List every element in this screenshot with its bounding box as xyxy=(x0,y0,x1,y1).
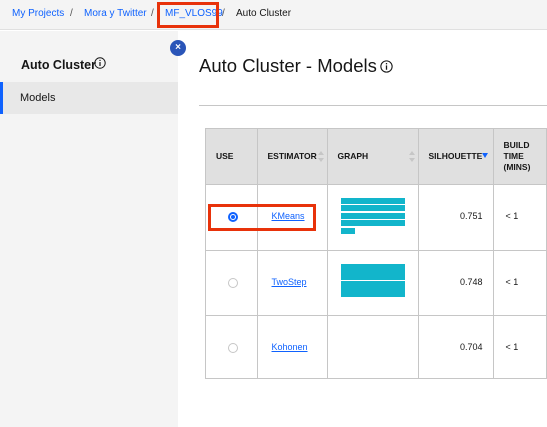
graph-bar xyxy=(340,212,405,219)
column-header-estimator[interactable]: ESTIMATOR xyxy=(257,129,328,184)
column-header-build-time[interactable]: BUILD TIME (MINS) xyxy=(493,129,546,184)
silhouette-cell: 0.748 xyxy=(418,249,494,315)
breadcrumb: My Projects / Mora y Twitter / MF_VLOS99… xyxy=(0,0,547,30)
column-header-silhouette[interactable]: SILHOUETTE xyxy=(418,129,494,184)
breadcrumb-auto-cluster: Auto Cluster xyxy=(236,8,292,19)
sidebar: Auto Cluster Models xyxy=(0,31,178,427)
silhouette-cell: 0.704 xyxy=(418,314,494,378)
table-header-row: USE ESTIMATOR GRAPH SILHOUETTE BUILD TIM… xyxy=(206,129,546,184)
sidebar-item-models[interactable]: Models xyxy=(0,82,178,114)
build-time-cell: < 1 xyxy=(493,314,546,378)
breadcrumb-separator: / xyxy=(151,8,154,19)
estimator-cell: Kohonen xyxy=(257,314,328,378)
graph-bar xyxy=(340,220,405,226)
info-icon[interactable] xyxy=(380,60,393,73)
radio-button[interactable] xyxy=(228,342,238,353)
graph-bar xyxy=(340,281,405,297)
breadcrumb-separator: / xyxy=(222,8,225,19)
graph-bars xyxy=(340,197,407,236)
sort-icon[interactable] xyxy=(317,151,324,162)
sidebar-header: Auto Cluster xyxy=(0,31,178,81)
silhouette-cell: 0.751 xyxy=(418,183,494,250)
graph-bars xyxy=(340,263,407,299)
page-title: Auto Cluster - Models xyxy=(199,55,377,76)
breadcrumb-separator: / xyxy=(70,8,73,19)
estimator-link[interactable]: Kohonen xyxy=(272,342,308,352)
graph-cell xyxy=(327,314,419,378)
graph-bar xyxy=(340,227,355,234)
close-icon[interactable]: × xyxy=(170,40,186,56)
use-cell xyxy=(206,314,258,378)
estimator-link[interactable]: TwoStep xyxy=(272,277,307,287)
radio-button[interactable] xyxy=(228,277,238,288)
use-cell xyxy=(206,249,258,315)
table-row[interactable]: TwoStep 0.748 < 1 xyxy=(206,249,546,315)
table-row[interactable]: Kohonen 0.704 < 1 xyxy=(206,314,546,378)
sidebar-title: Auto Cluster xyxy=(21,58,96,72)
highlight-box-selected-model xyxy=(208,204,316,231)
info-icon[interactable] xyxy=(94,57,106,69)
graph-cell xyxy=(327,249,419,315)
sort-icon[interactable] xyxy=(408,151,415,162)
graph-bar xyxy=(340,263,405,280)
sort-descending-icon[interactable] xyxy=(481,153,488,158)
estimator-cell: TwoStep xyxy=(257,249,328,315)
divider xyxy=(199,105,547,106)
selected-indicator xyxy=(0,82,3,114)
graph-bar xyxy=(340,197,405,204)
build-time-cell: < 1 xyxy=(493,249,546,315)
breadcrumb-my-projects[interactable]: My Projects xyxy=(12,8,64,19)
column-header-use: USE xyxy=(206,129,258,184)
build-time-cell: < 1 xyxy=(493,183,546,250)
breadcrumb-mora-y-twitter[interactable]: Mora y Twitter xyxy=(84,8,147,19)
models-table: USE ESTIMATOR GRAPH SILHOUETTE BUILD TIM… xyxy=(205,128,547,379)
sidebar-item-label: Models xyxy=(20,92,56,104)
column-header-graph[interactable]: GRAPH xyxy=(327,129,419,184)
graph-cell xyxy=(327,183,419,250)
highlight-box-breadcrumb xyxy=(157,2,219,28)
graph-bar xyxy=(340,205,405,211)
